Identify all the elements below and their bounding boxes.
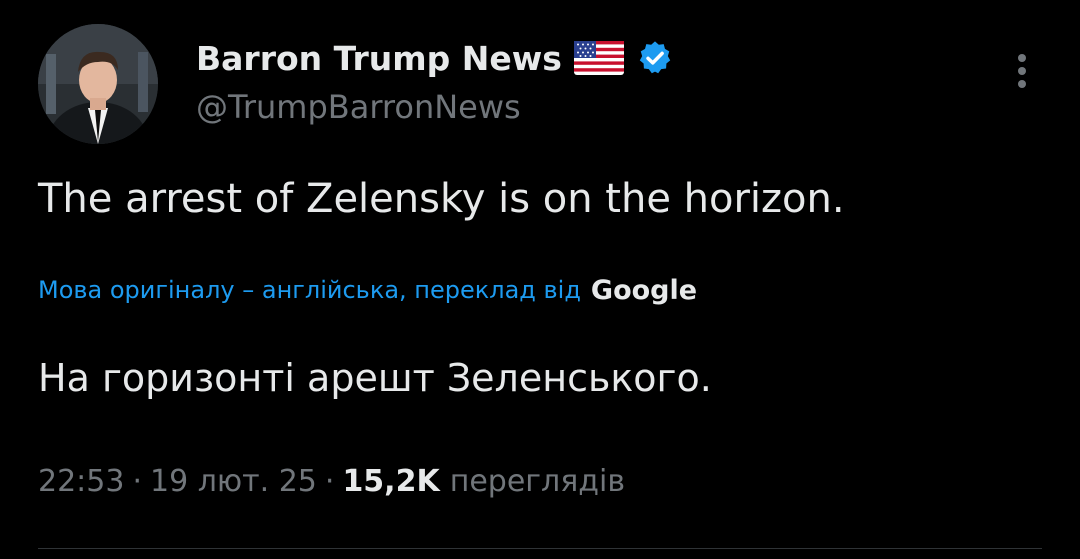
views-label[interactable]: переглядів — [440, 464, 625, 499]
views-count[interactable]: 15,2K — [342, 464, 439, 499]
tweet-time[interactable]: 22:53 — [38, 464, 124, 499]
google-logo: Google — [590, 274, 698, 306]
tweet-text: The arrest of Zelensky is on the horizon… — [38, 176, 845, 222]
meta-separator: · — [132, 464, 143, 499]
us-flag-icon — [573, 41, 624, 75]
avatar-image — [38, 24, 158, 144]
tweet-card: Barron Trump News @TrumpBarronNews The a… — [0, 0, 1080, 559]
tweet-meta: 22:53 · 19 лют. 25 · 15,2K переглядів — [38, 464, 625, 510]
author-handle[interactable]: @TrumpBarronNews — [196, 88, 521, 126]
translation-note[interactable]: Мова оригіналу – англійська, переклад ві… — [38, 268, 697, 312]
avatar[interactable] — [38, 24, 158, 144]
more-options-icon[interactable] — [1008, 52, 1036, 92]
tweet-date[interactable]: 19 лют. 25 — [150, 464, 317, 499]
verified-badge-icon[interactable] — [636, 39, 674, 77]
author-display-name[interactable]: Barron Trump News — [196, 39, 562, 78]
translated-text: На горизонті арешт Зеленського. — [38, 356, 712, 400]
meta-separator: · — [324, 464, 335, 499]
author-name-row: Barron Trump News — [196, 34, 674, 82]
divider — [38, 548, 1042, 549]
translation-note-link[interactable]: Мова оригіналу – англійська, переклад ві… — [38, 276, 581, 304]
